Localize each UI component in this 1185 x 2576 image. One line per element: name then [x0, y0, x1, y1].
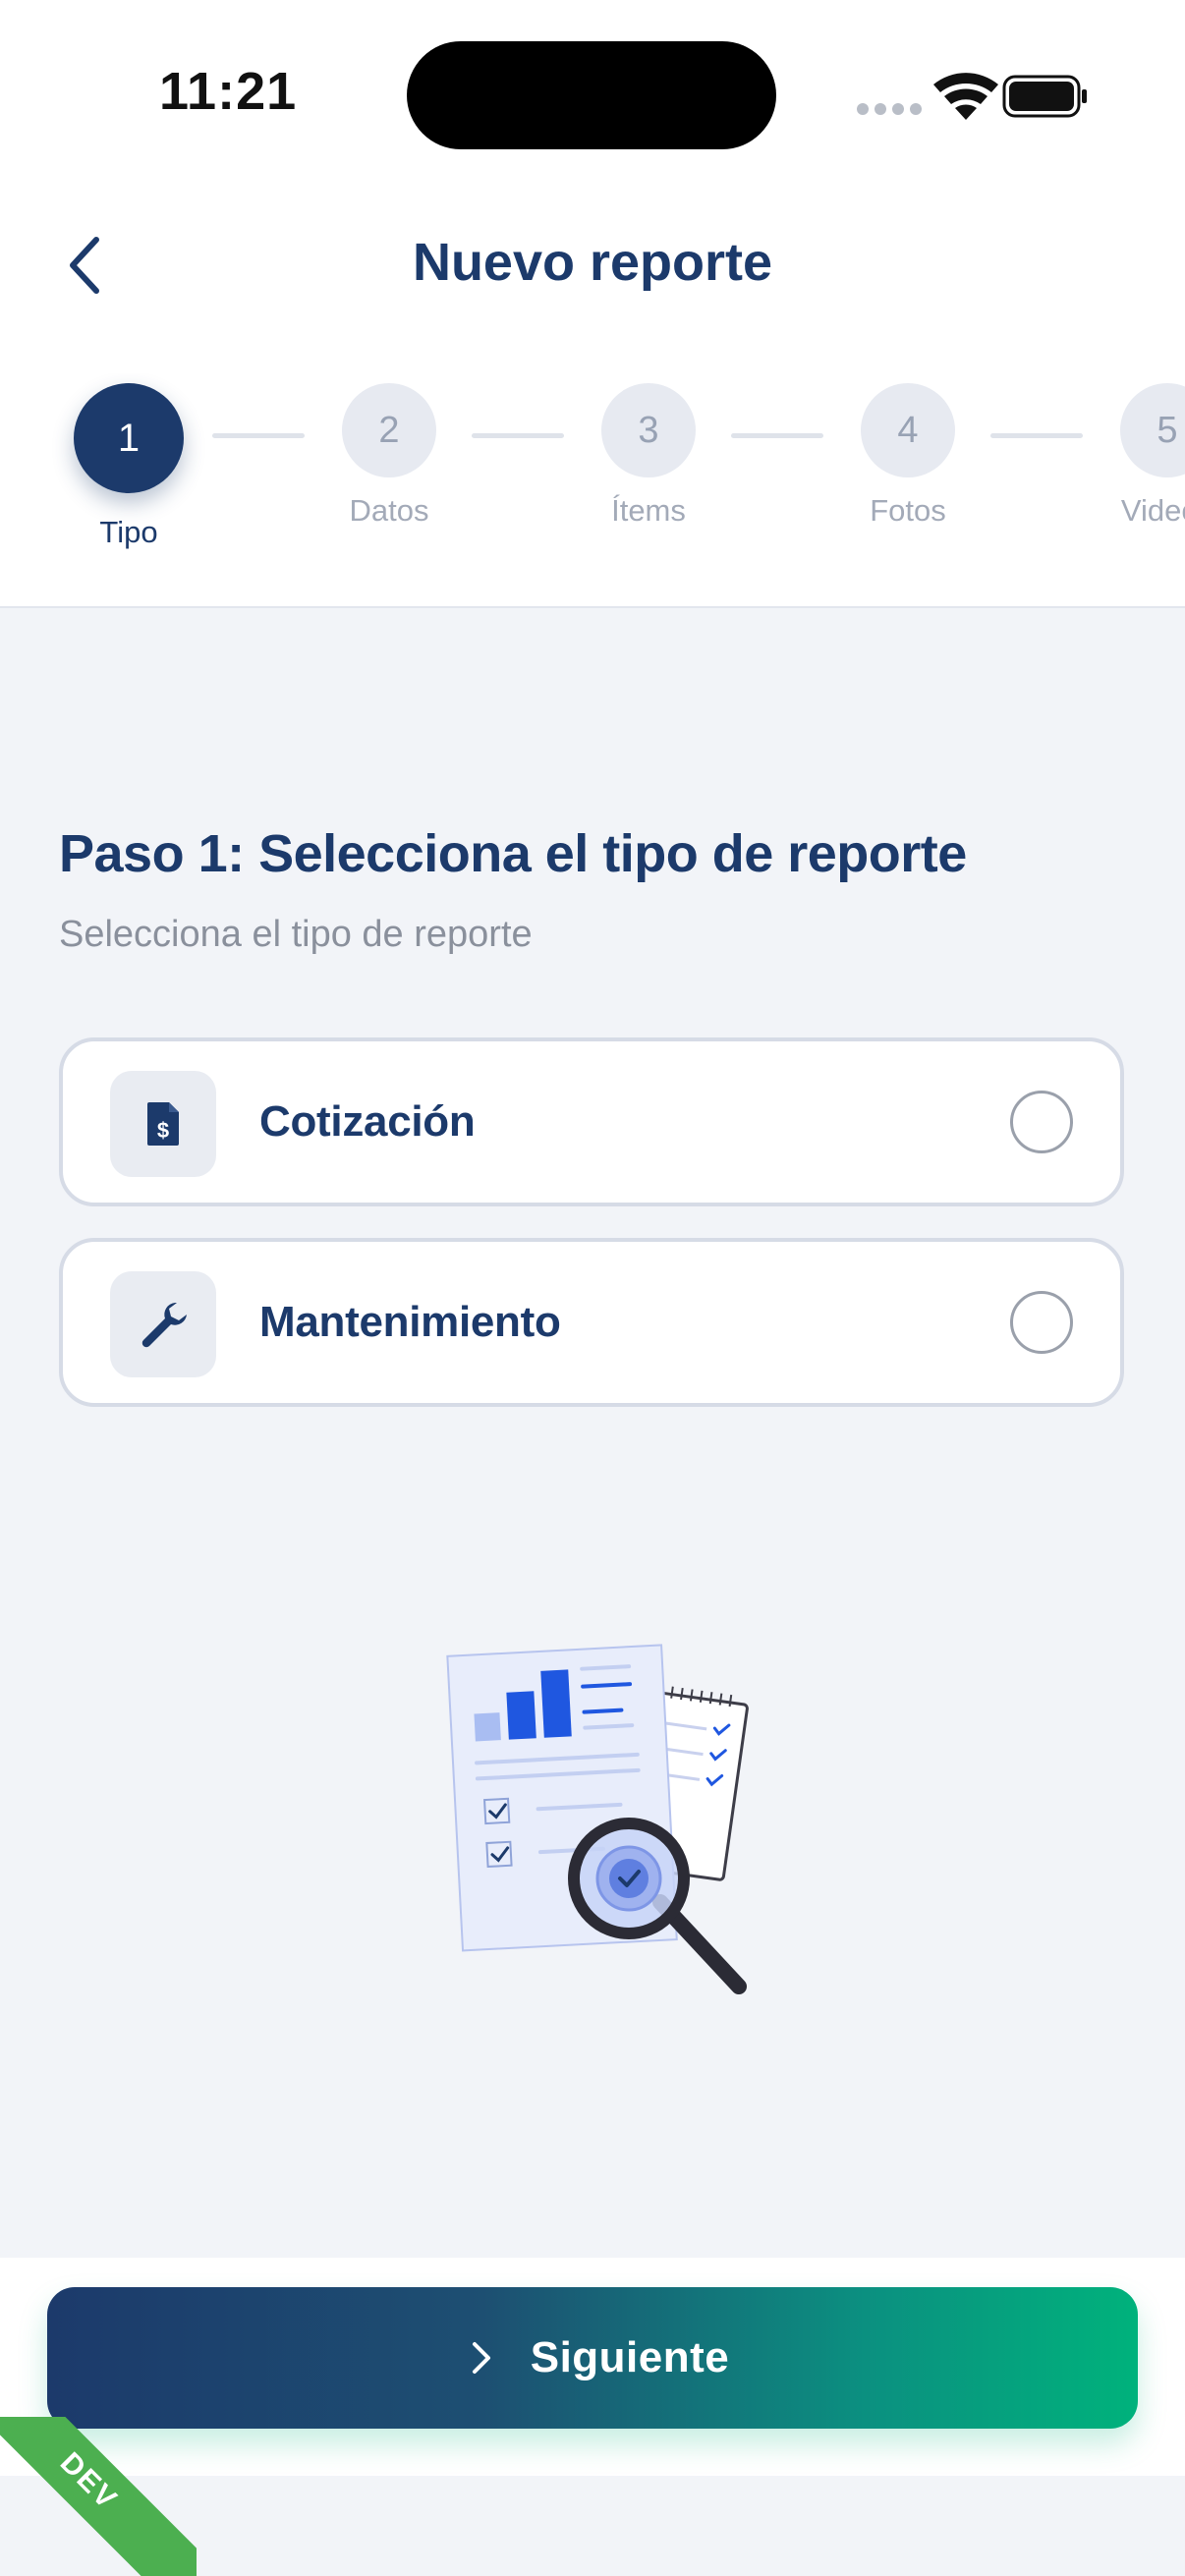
next-button[interactable]: Siguiente — [47, 2287, 1138, 2429]
report-illustration — [442, 1631, 766, 2004]
invoice-dollar-icon: $ — [147, 1102, 179, 1146]
page-title: Nuevo reporte — [412, 233, 773, 292]
step-number: 3 — [601, 383, 696, 477]
option-cotizacion[interactable]: $ Cotización — [59, 1037, 1124, 1206]
next-button-label: Siguiente — [530, 2333, 730, 2381]
step-label: Datos — [349, 493, 429, 528]
step-label: Videos — [1120, 493, 1185, 528]
option-radio[interactable] — [1010, 1091, 1073, 1153]
signal-dots-icon — [857, 103, 922, 115]
option-label: Cotización — [259, 1097, 476, 1146]
step-tipo[interactable]: 1 Tipo — [30, 373, 227, 570]
stepper: 1 Tipo 2 Datos 3 Ítems 4 Fotos 5 Videos — [0, 373, 1185, 570]
step-fotos[interactable]: 4 Fotos — [810, 373, 1006, 570]
status-bar: 11:21 — [0, 0, 1185, 187]
step-videos[interactable]: 5 Videos — [1069, 373, 1185, 570]
step-number: 5 — [1120, 383, 1185, 477]
dev-ribbon: DEV — [0, 2417, 197, 2576]
wifi-icon — [933, 73, 998, 120]
nav-bar: Nuevo reporte — [0, 196, 1185, 334]
clock: 11:21 — [159, 62, 298, 121]
step-datos[interactable]: 2 Datos — [291, 373, 487, 570]
report-search-icon — [446, 1644, 749, 1994]
option-mantenimiento[interactable]: Mantenimiento — [59, 1238, 1124, 1407]
option-radio[interactable] — [1010, 1291, 1073, 1354]
dev-label: DEV — [53, 2446, 124, 2517]
battery-icon — [1002, 75, 1087, 118]
step-label: Ítems — [611, 493, 686, 528]
dev-ribbon-band: DEV — [0, 2417, 197, 2576]
header-area: 11:21 Nuevo reporte 1 Tipo 2 Datos 3 Íte… — [0, 0, 1185, 608]
step-number: 4 — [861, 383, 955, 477]
wrench-icon — [141, 1303, 187, 1348]
step-label: Fotos — [870, 493, 946, 528]
step-heading: Paso 1: Selecciona el tipo de reporte — [59, 824, 967, 883]
option-icon-box: $ — [110, 1071, 216, 1177]
step-items[interactable]: 3 Ítems — [550, 373, 747, 570]
step-number: 2 — [342, 383, 436, 477]
option-icon-box — [110, 1271, 216, 1377]
step-label: Tipo — [99, 515, 158, 549]
step-number: 1 — [74, 383, 184, 493]
status-icons — [792, 0, 1185, 187]
option-label: Mantenimiento — [259, 1298, 561, 1346]
step-subheading: Selecciona el tipo de reporte — [59, 914, 533, 955]
dynamic-island — [407, 41, 776, 149]
svg-text:$: $ — [157, 1118, 169, 1143]
chevron-right-icon — [472, 2342, 490, 2374]
